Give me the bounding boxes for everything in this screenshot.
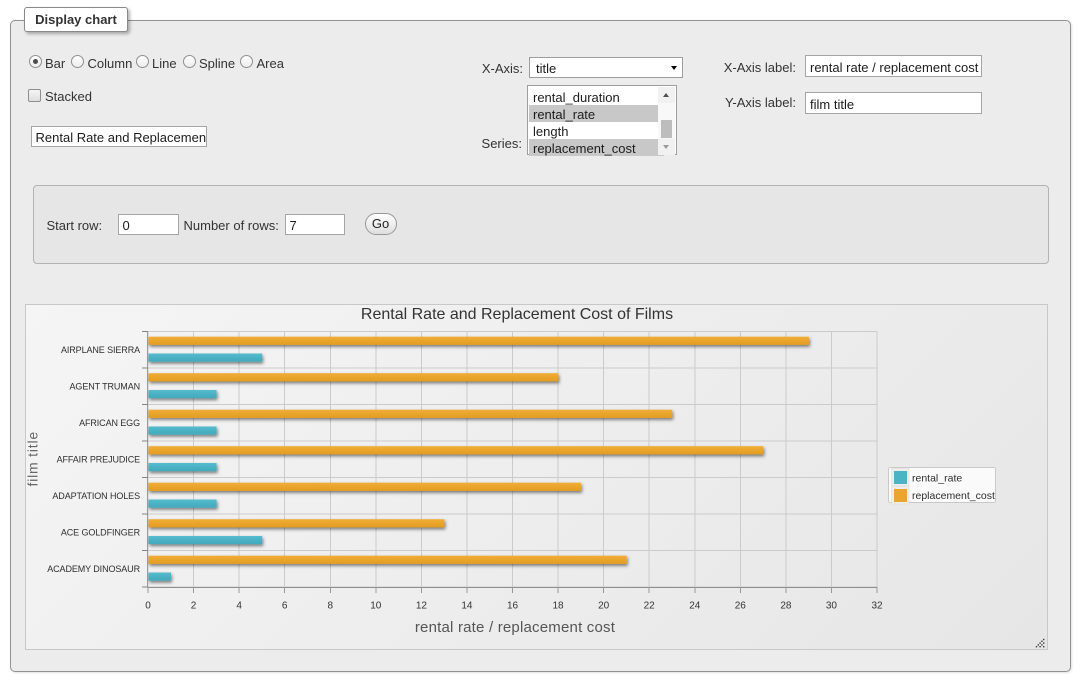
svg-text:replacement_cost: replacement_cost: [912, 490, 995, 502]
svg-text:10: 10: [370, 601, 382, 612]
svg-text:32: 32: [871, 601, 883, 612]
svg-text:AIRPLANE SIERRA: AIRPLANE SIERRA: [61, 345, 140, 355]
svg-text:12: 12: [416, 601, 428, 612]
svg-text:AFFAIR PREJUDICE: AFFAIR PREJUDICE: [57, 454, 141, 464]
svg-text:20: 20: [598, 601, 610, 612]
svg-text:ADAPTATION HOLES: ADAPTATION HOLES: [52, 491, 140, 501]
svg-text:2: 2: [191, 601, 197, 612]
svg-text:16: 16: [507, 601, 519, 612]
svg-text:14: 14: [461, 601, 473, 612]
svg-text:30: 30: [826, 601, 838, 612]
svg-text:film title: film title: [26, 431, 41, 486]
svg-text:ACADEMY DINOSAUR: ACADEMY DINOSAUR: [47, 564, 140, 574]
svg-text:26: 26: [735, 601, 747, 612]
svg-text:Rental Rate and Replacement Co: Rental Rate and Replacement Cost of Film…: [361, 306, 673, 323]
svg-text:ACE GOLDFINGER: ACE GOLDFINGER: [61, 527, 141, 537]
svg-text:24: 24: [689, 601, 701, 612]
svg-text:4: 4: [236, 601, 242, 612]
svg-text:0: 0: [145, 601, 151, 612]
svg-text:8: 8: [327, 601, 333, 612]
svg-text:AFRICAN EGG: AFRICAN EGG: [79, 418, 140, 428]
svg-text:rental_rate: rental_rate: [912, 473, 962, 485]
svg-text:22: 22: [644, 601, 656, 612]
svg-text:6: 6: [282, 601, 288, 612]
svg-text:18: 18: [553, 601, 565, 612]
svg-text:28: 28: [780, 601, 792, 612]
svg-text:rental rate / replacement cost: rental rate / replacement cost: [415, 619, 616, 636]
svg-text:AGENT TRUMAN: AGENT TRUMAN: [70, 381, 140, 391]
